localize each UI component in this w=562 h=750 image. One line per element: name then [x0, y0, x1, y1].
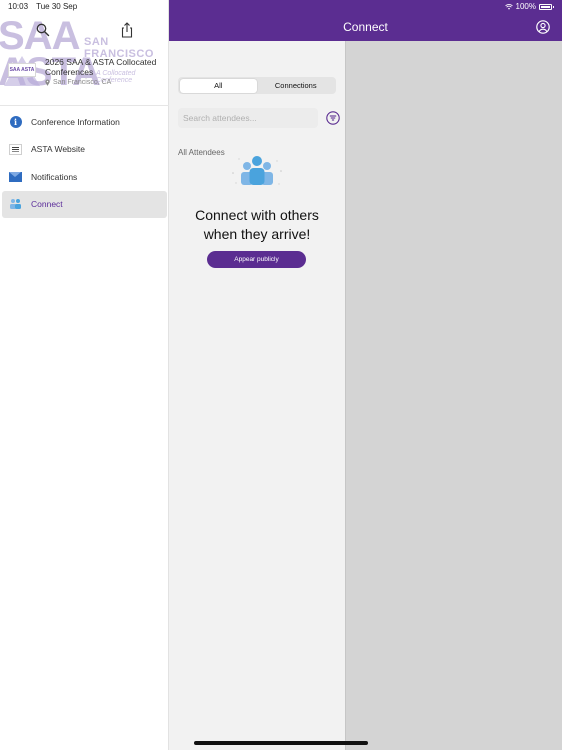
status-date: Tue 30 Sep	[36, 2, 78, 11]
profile-icon[interactable]	[536, 20, 550, 34]
sidebar-item-label: Notifications	[31, 171, 78, 182]
tab-connections[interactable]: Connections	[257, 79, 335, 93]
sidebar-item-notifications[interactable]: Notifications	[2, 163, 167, 190]
search-icon[interactable]	[36, 23, 50, 37]
sidebar-item-label: ASTA Website	[31, 144, 86, 154]
page-title: Connect	[343, 20, 388, 34]
search-attendees-input[interactable]	[178, 108, 318, 128]
location-pin-icon	[45, 79, 50, 86]
people-group-icon	[232, 156, 282, 185]
sidebar: SAA ASTA SAN FRANCISCO A Collocated Conf…	[0, 0, 169, 750]
sidebar-item-label: Connect	[31, 199, 63, 209]
share-icon[interactable]	[120, 22, 134, 38]
sidebar-item-conference-information[interactable]: i Conference Information	[2, 108, 167, 135]
people-icon	[9, 198, 22, 211]
event-location: San Francisco, CA	[45, 79, 111, 86]
sidebar-menu: i Conference Information ASTA Website No…	[2, 108, 167, 218]
status-right: 100%	[504, 2, 554, 11]
event-logo-thumbnail[interactable]: SAA ASTA	[8, 63, 36, 77]
status-bar: 10:03 Tue 30 Sep 100%	[0, 0, 562, 13]
battery-icon	[539, 3, 554, 10]
connect-panel: All Connections All Attendees Connect wi…	[169, 41, 345, 750]
sidebar-toolbar	[0, 20, 169, 42]
empty-state-line-1: Connect with others	[195, 207, 319, 223]
sidebar-item-asta-website[interactable]: ASTA Website	[2, 136, 167, 163]
status-time: 10:03	[8, 2, 29, 11]
battery-percent: 100%	[515, 2, 536, 11]
empty-state-title: Connect with others when they arrive!	[169, 206, 345, 244]
tab-all[interactable]: All	[179, 78, 257, 93]
sidebar-item-label: Conference Information	[31, 116, 120, 127]
event-location-text: San Francisco, CA	[53, 79, 112, 86]
detail-panel	[345, 41, 562, 750]
info-icon: i	[9, 115, 22, 128]
filter-icon[interactable]	[326, 111, 340, 125]
home-indicator[interactable]	[194, 741, 368, 745]
attendee-filter-tabs: All Connections	[178, 77, 336, 94]
sidebar-divider	[0, 105, 169, 106]
appear-publicly-button[interactable]: Appear publicly	[207, 251, 306, 268]
empty-state-line-2: when they arrive!	[203, 226, 311, 242]
mail-icon	[9, 170, 22, 183]
website-icon	[9, 143, 22, 156]
sidebar-item-connect[interactable]: Connect	[2, 190, 167, 218]
section-label: All Attendees	[178, 148, 225, 157]
status-left: 10:03 Tue 30 Sep	[8, 2, 83, 11]
wifi-icon	[504, 3, 513, 10]
event-title: 2026 SAA & ASTA Collocated Conferences	[45, 57, 157, 77]
